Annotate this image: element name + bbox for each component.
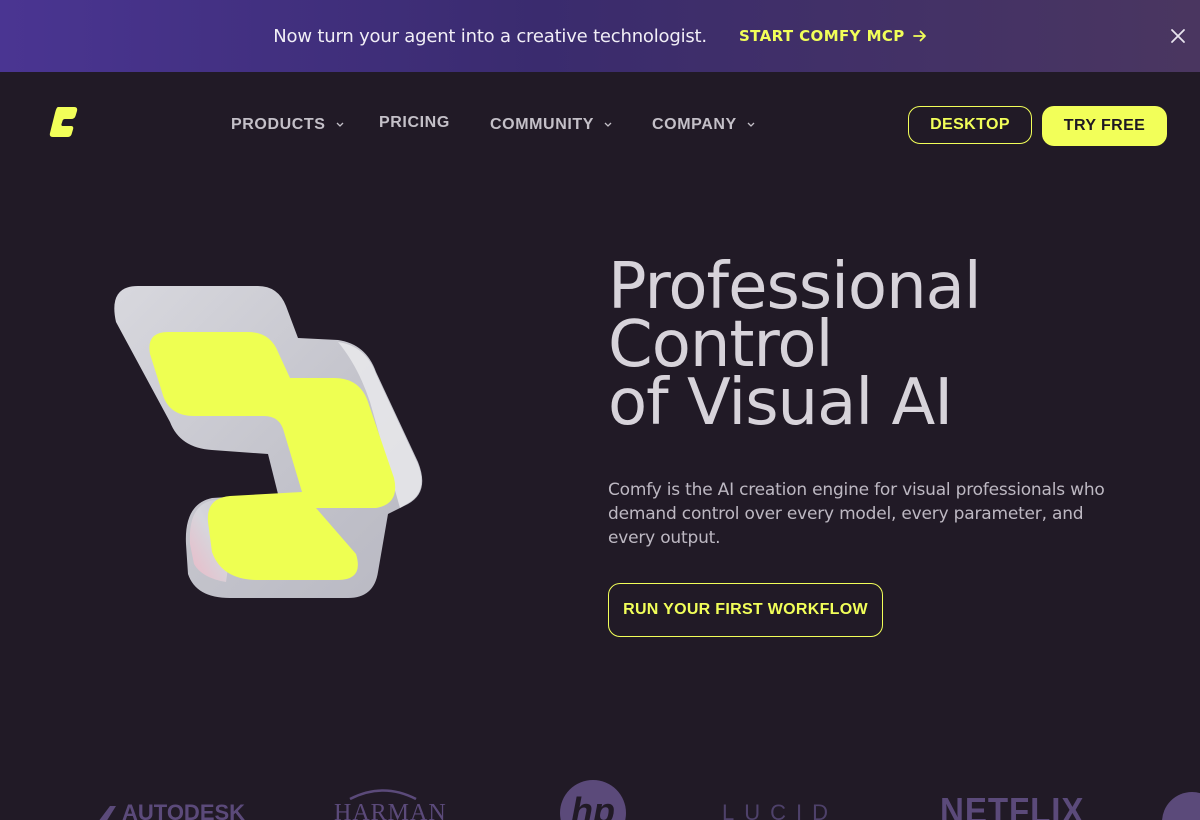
main-navigation: PRODUCTS PRICING COMMUNITY COMPANY DESKT… xyxy=(0,72,1200,180)
hp-logo: hp xyxy=(560,780,626,820)
nav-pricing-label: PRICING xyxy=(379,114,450,131)
hero-title: Professional Control of Visual AI xyxy=(608,255,982,440)
nav-community[interactable]: COMMUNITY xyxy=(490,116,612,134)
nav-company-label: COMPANY xyxy=(652,116,737,133)
customer-logo-strip: AUTODESK HARMAN hp LUCID NETFLIX xyxy=(0,770,1200,820)
autodesk-mark-icon xyxy=(99,806,116,820)
nav-pricing[interactable]: PRICING xyxy=(379,114,450,132)
harman-wordmark: HARMAN xyxy=(334,800,447,820)
hero-title-line-3: of Visual AI xyxy=(608,366,953,440)
close-icon[interactable] xyxy=(1168,26,1188,46)
announcement-banner: Now turn your agent into a creative tech… xyxy=(0,0,1200,72)
nav-products-label: PRODUCTS xyxy=(231,116,326,133)
lucid-wordmark: LUCID xyxy=(722,800,839,820)
banner-text: Now turn your agent into a creative tech… xyxy=(273,25,707,47)
try-free-button[interactable]: TRY FREE xyxy=(1042,106,1167,146)
run-first-workflow-button[interactable]: RUN YOUR FIRST WORKFLOW xyxy=(608,583,883,637)
chevron-down-icon xyxy=(747,122,755,127)
partial-brand-logo xyxy=(1162,792,1200,820)
start-comfy-mcp-link[interactable]: START COMFY MCP xyxy=(739,27,927,45)
harman-logo: HARMAN xyxy=(334,789,447,820)
harman-arc-icon xyxy=(349,789,417,800)
netflix-wordmark: NETFLIX xyxy=(940,790,1085,820)
chevron-down-icon xyxy=(336,122,344,127)
netflix-logo: NETFLIX xyxy=(940,790,1084,820)
desktop-button[interactable]: DESKTOP xyxy=(908,106,1032,144)
lucid-logo: LUCID xyxy=(722,800,838,820)
nav-community-label: COMMUNITY xyxy=(490,116,595,133)
chevron-down-icon xyxy=(604,122,612,127)
hero-subtitle: Comfy is the AI creation engine for visu… xyxy=(608,480,1105,548)
comfy-logo-icon[interactable] xyxy=(48,105,80,139)
autodesk-logo: AUTODESK xyxy=(96,800,245,820)
banner-cta-label: START COMFY MCP xyxy=(738,27,905,45)
arrow-right-icon xyxy=(912,30,926,42)
nav-company[interactable]: COMPANY xyxy=(652,116,755,134)
comfy-hero-3d-logo xyxy=(114,286,423,598)
hp-wordmark: hp xyxy=(571,790,615,820)
nav-products[interactable]: PRODUCTS xyxy=(231,116,344,134)
autodesk-wordmark: AUTODESK xyxy=(122,800,246,820)
